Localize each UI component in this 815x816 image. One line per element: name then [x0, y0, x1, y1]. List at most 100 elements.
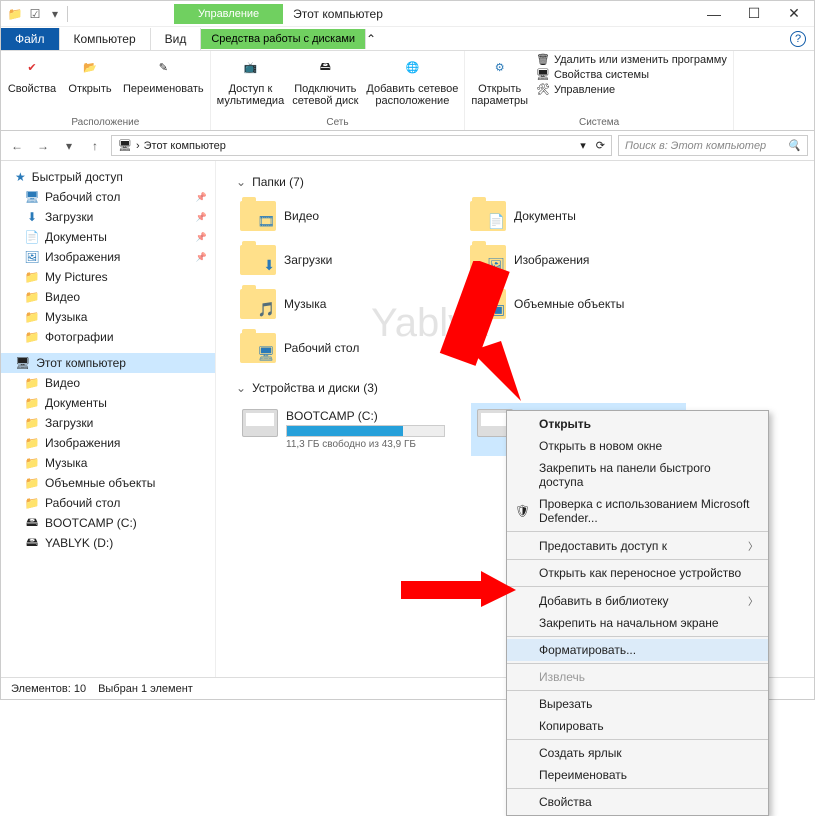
ctx-eject[interactable]: Извлечь [507, 666, 768, 688]
document-icon: 📄 [488, 213, 505, 230]
ribbon-open[interactable]: 📂Открыть [65, 53, 115, 95]
sidebar-documents-2[interactable]: 📁Документы [1, 393, 215, 413]
sidebar-pictures-2[interactable]: 📁Изображения [1, 433, 215, 453]
drive-c[interactable]: BOOTCAMP (C:) 11,3 ГБ свободно из 43,9 Г… [236, 403, 451, 456]
dropdown-icon[interactable]: ▾ [47, 6, 63, 22]
sidebar-drive-c[interactable]: 🖴BOOTCAMP (C:) [1, 513, 215, 533]
folder-music[interactable]: 🎵Музыка [236, 285, 446, 323]
ctx-pin-quick-access[interactable]: Закрепить на панели быстрого доступа [507, 457, 768, 493]
group-folders-header[interactable]: ⌄Папки (7) [236, 175, 794, 189]
sidebar-drive-d[interactable]: 🖴YABLYK (D:) [1, 533, 215, 553]
sidebar-downloads[interactable]: ⬇Загрузки [1, 207, 215, 227]
manage-icon: 🛠 [536, 83, 550, 96]
ribbon-group-network: 📺Доступ к мультимедиа 🖴Подключить сетево… [211, 51, 466, 130]
collapse-ribbon-icon[interactable]: ⌃ [366, 32, 376, 46]
tab-file[interactable]: Файл [1, 28, 60, 50]
chevron-right-icon: 〉 [748, 538, 758, 553]
rename-icon: ✎ [149, 53, 177, 81]
media-icon: 📺 [236, 53, 264, 81]
help-icon[interactable]: ? [790, 31, 806, 47]
ctx-create-shortcut[interactable]: Создать ярлык [507, 742, 768, 764]
cube-icon: 📁 [25, 476, 39, 490]
ribbon-map-drive[interactable]: 🖴Подключить сетевой диск [292, 53, 358, 107]
folder-pictures[interactable]: 🖼Изображения [466, 241, 676, 279]
ctx-copy[interactable]: Копировать [507, 715, 768, 737]
status-selection: Выбран 1 элемент [98, 683, 193, 695]
sidebar-music[interactable]: 📁Музыка [1, 307, 215, 327]
star-icon: ★ [15, 170, 26, 184]
ribbon-tabs: Файл Компьютер Вид Средства работы с дис… [1, 27, 814, 51]
folder-desktop[interactable]: 🖥Рабочий стол [236, 329, 446, 367]
checkmark-icon: ✔ [18, 53, 46, 81]
ribbon-group-location: ✔Свойства 📂Открыть ✎Переименовать Распол… [1, 51, 211, 130]
nav-forward-button[interactable]: → [33, 139, 53, 153]
ribbon-media-access[interactable]: 📺Доступ к мультимедиа [217, 53, 285, 107]
ctx-open-portable[interactable]: Открыть как переносное устройство [507, 562, 768, 584]
group-drives-header[interactable]: ⌄Устройства и диски (3) [236, 381, 794, 395]
tab-computer[interactable]: Компьютер [60, 28, 151, 50]
sidebar-documents[interactable]: 📄Документы [1, 227, 215, 247]
ribbon-manage[interactable]: 🛠Управление [536, 83, 727, 96]
folder-3d-objects[interactable]: ▣Объемные объекты [466, 285, 676, 323]
ribbon-open-settings[interactable]: ⚙Открыть параметры [471, 53, 528, 107]
tab-drive-tools[interactable]: Средства работы с дисками [201, 29, 366, 49]
chevron-right-icon: 〉 [748, 593, 758, 608]
close-button[interactable]: ✕ [774, 1, 814, 27]
ctx-pin-start[interactable]: Закрепить на начальном экране [507, 612, 768, 634]
folder-icon: 📁 [25, 270, 39, 284]
folder-videos[interactable]: 🎞Видео [236, 197, 446, 235]
tab-view[interactable]: Вид [151, 28, 202, 50]
refresh-icon[interactable]: ⟳ [596, 139, 605, 152]
ctx-give-access[interactable]: Предоставить доступ к〉 [507, 534, 768, 557]
ribbon-add-netloc[interactable]: 🌐Добавить сетевое расположение [366, 53, 458, 107]
sidebar-quick-access[interactable]: ★Быстрый доступ [1, 167, 215, 187]
manage-context-tab[interactable]: Управление [174, 4, 283, 24]
ribbon-rename[interactable]: ✎Переименовать [123, 53, 204, 95]
download-icon: ⬇ [263, 257, 275, 274]
sidebar-photos[interactable]: 📁Фотографии [1, 327, 215, 347]
folder-documents[interactable]: 📄Документы [466, 197, 676, 235]
network-drive-icon: 🖴 [311, 53, 339, 81]
sidebar-downloads-2[interactable]: 📁Загрузки [1, 413, 215, 433]
download-icon: 📁 [25, 416, 39, 430]
sidebar-3d-objects[interactable]: 📁Объемные объекты [1, 473, 215, 493]
sidebar-music-2[interactable]: 📁Музыка [1, 453, 215, 473]
ctx-add-library[interactable]: Добавить в библиотеку〉 [507, 589, 768, 612]
pc-icon: 🖥 [15, 356, 30, 370]
drive-icon: 🖴 [25, 536, 39, 550]
checkbox-icon[interactable]: ☑ [27, 6, 43, 22]
folder-open-icon: 📂 [76, 53, 104, 81]
folder-downloads[interactable]: ⬇Загрузки [236, 241, 446, 279]
nav-history-dropdown[interactable]: ▾ [59, 139, 79, 153]
video-icon: 📁 [25, 376, 39, 390]
sidebar-videos-2[interactable]: 📁Видео [1, 373, 215, 393]
sidebar-desktop[interactable]: 🖥Рабочий стол [1, 187, 215, 207]
ribbon-sys-props[interactable]: 🖥Свойства системы [536, 68, 727, 81]
navigation-pane[interactable]: ★Быстрый доступ 🖥Рабочий стол ⬇Загрузки … [1, 161, 216, 677]
desktop-icon: 🖥 [25, 190, 39, 204]
nav-up-button[interactable]: ↑ [85, 139, 105, 153]
ribbon-properties[interactable]: ✔Свойства [7, 53, 57, 95]
ctx-open-new-window[interactable]: Открыть в новом окне [507, 435, 768, 457]
address-field[interactable]: 🖥 › Этот компьютер ▾ ⟳ [111, 135, 612, 156]
ribbon-uninstall[interactable]: 🗑Удалить или изменить программу [536, 53, 727, 66]
ctx-defender-scan[interactable]: 🛡Проверка с использованием Microsoft Def… [507, 493, 768, 529]
ctx-open[interactable]: Открыть [507, 413, 768, 435]
ctx-cut[interactable]: Вырезать [507, 693, 768, 715]
ctx-format[interactable]: Форматировать... [507, 639, 768, 661]
ctx-rename[interactable]: Переименовать [507, 764, 768, 786]
nav-back-button[interactable]: ← [7, 139, 27, 153]
sidebar-this-pc[interactable]: 🖥Этот компьютер [1, 353, 215, 373]
maximize-button[interactable]: ☐ [734, 1, 774, 27]
sidebar-my-pictures[interactable]: 📁My Pictures [1, 267, 215, 287]
sidebar-desktop-2[interactable]: 📁Рабочий стол [1, 493, 215, 513]
search-icon: 🔍 [787, 139, 801, 152]
window-title: Этот компьютер [293, 7, 383, 21]
ctx-properties[interactable]: Свойства [507, 791, 768, 813]
folder-icon: 📁 [7, 6, 23, 22]
sidebar-videos[interactable]: 📁Видео [1, 287, 215, 307]
sidebar-pictures[interactable]: 🖼Изображения [1, 247, 215, 267]
chevron-down-icon: ⌄ [236, 381, 246, 395]
search-input[interactable]: Поиск в: Этот компьютер 🔍 [618, 135, 808, 156]
minimize-button[interactable]: — [694, 1, 734, 27]
